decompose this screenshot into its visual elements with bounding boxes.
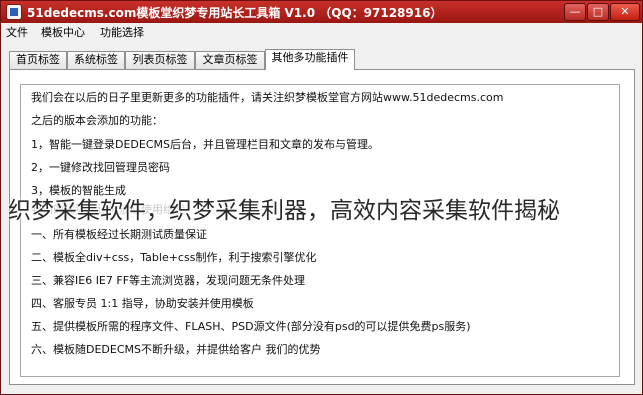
info-line: 六、模板随DEDECMS不断升级，并提供给客户 我们的优势 bbox=[31, 343, 321, 356]
tab-other-plugins[interactable]: 其他多功能插件 bbox=[265, 49, 355, 70]
maximize-icon: □ bbox=[592, 5, 604, 18]
menu-function-select[interactable]: 功能选择 bbox=[100, 25, 144, 41]
info-line: 一、所有模板经过长期测试质量保证 bbox=[31, 228, 207, 241]
info-line: 我们会在以后的日子里更新更多的功能插件，请关注织梦模板堂官方网站www.51de… bbox=[31, 91, 504, 104]
watermark-caption: 织梦采集软件，织梦采集利器，高效内容采集软件揭秘 bbox=[8, 198, 560, 224]
info-line: 二、模板全div+css，Table+css制作，利于搜索引擎优化 bbox=[31, 251, 317, 264]
title-bar[interactable]: 51dedecms.com模板堂织梦专用站长工具箱 V1.0 （QQ：97128… bbox=[1, 1, 642, 23]
menu-template-center[interactable]: 模板中心 bbox=[41, 25, 85, 41]
info-text-box[interactable]: 我们会在以后的日子里更新更多的功能插件，请关注织梦模板堂官方网站www.51de… bbox=[20, 84, 620, 377]
maximize-button[interactable]: □ bbox=[587, 3, 609, 21]
tab-system[interactable]: 系统标签 bbox=[67, 51, 125, 69]
info-line: 1，智能一键登录DEDECMS后台，并且管理栏目和文章的发布与管理。 bbox=[31, 138, 379, 151]
minimize-icon: — bbox=[569, 5, 581, 18]
minimize-button[interactable]: — bbox=[564, 3, 586, 21]
info-line: 之后的版本会添加的功能： bbox=[31, 114, 163, 127]
tab-panel: 我们会在以后的日子里更新更多的功能插件，请关注织梦模板堂官方网站www.51de… bbox=[9, 69, 635, 385]
info-line: 三、兼容IE6 IE7 FF等主流浏览器，发现问题无条件处理 bbox=[31, 274, 306, 287]
close-icon: ✕ bbox=[620, 5, 630, 18]
menu-bar: 文件 模板中心 功能选择 bbox=[1, 23, 642, 43]
app-icon bbox=[6, 4, 22, 20]
tab-list-page[interactable]: 列表页标签 bbox=[125, 51, 195, 69]
close-button[interactable]: ✕ bbox=[610, 3, 640, 21]
tab-home[interactable]: 首页标签 bbox=[9, 51, 67, 69]
tab-article-page[interactable]: 文章页标签 bbox=[195, 51, 265, 69]
info-line: 五、提供模板所需的程序文件、FLASH、PSD源文件(部分没有psd的可以提供免… bbox=[31, 320, 471, 333]
info-line: 四、客服专员 1:1 指导，协助安装并使用模板 bbox=[31, 297, 254, 310]
info-line: 2，一键修改找回管理员密码 bbox=[31, 161, 170, 174]
menu-file[interactable]: 文件 bbox=[6, 25, 28, 41]
window-title: 51dedecms.com模板堂织梦专用站长工具箱 V1.0 （QQ：97128… bbox=[27, 6, 443, 20]
